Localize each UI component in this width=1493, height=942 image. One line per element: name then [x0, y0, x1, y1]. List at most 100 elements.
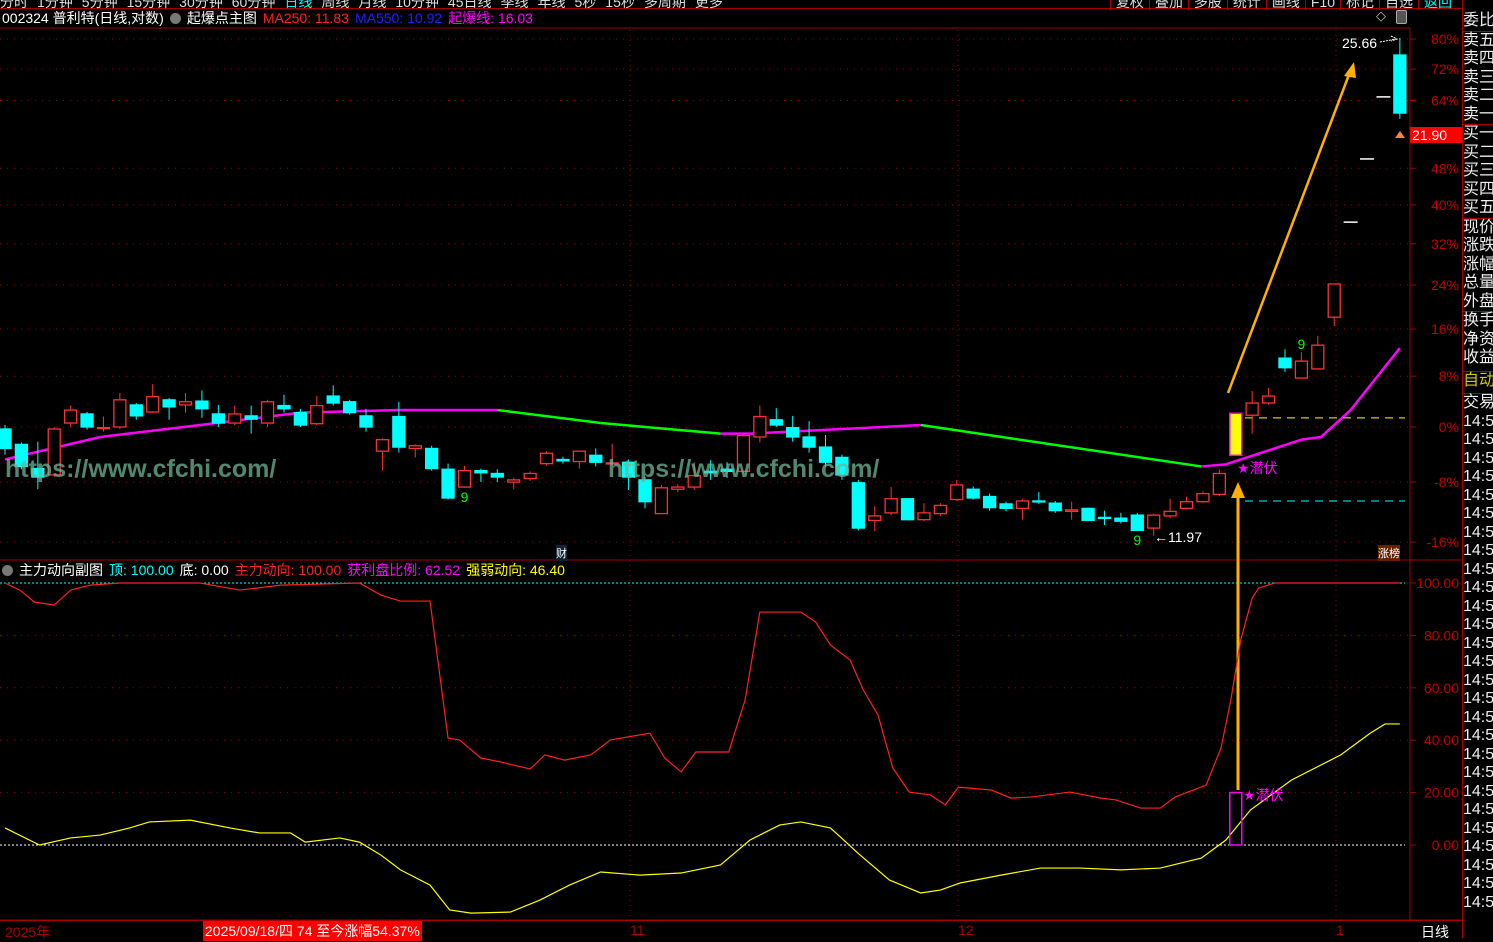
quote-field-label: 涨幅: [1463, 255, 1493, 273]
candle-down: [441, 468, 455, 499]
trade-time-row: 14:5: [1463, 745, 1493, 763]
candle-down: [802, 436, 816, 448]
qbx-line-segment: [1201, 463, 1227, 468]
candle-up: [933, 504, 948, 515]
quote-field-label: 卖三: [1463, 68, 1493, 86]
trade-time-row: 14:5: [1463, 690, 1493, 707]
candle-up: [1196, 492, 1210, 503]
candle-down: [556, 458, 570, 462]
candle-up: [1294, 360, 1309, 379]
main-y-tick-label: 72%: [1431, 61, 1459, 77]
month-label-12: 12: [958, 922, 974, 938]
trade-time-row: 14:5: [1463, 412, 1493, 430]
candle-up: [539, 452, 554, 465]
candle-up: [1212, 472, 1226, 495]
period-label[interactable]: 日线: [1421, 922, 1449, 942]
candle-up: [113, 399, 127, 428]
trade-time-row: 14:5: [1463, 431, 1493, 448]
signal-label-sub: ★潜伏: [1243, 787, 1284, 803]
main-y-tick-label: 40%: [1431, 197, 1459, 213]
candle-up: [917, 512, 931, 521]
nine-count-mark: 9: [1133, 532, 1141, 548]
nine-count-mark: 9: [461, 489, 469, 505]
trade-time-row: 14:5: [1463, 727, 1493, 744]
series-line-zldx: [4, 582, 1400, 809]
quote-field-label: 自动: [1463, 370, 1493, 389]
quote-field-label: 委比: [1463, 12, 1493, 29]
cursor-date-label: 2025/09/18/四 74 至今涨幅54.37%: [203, 921, 422, 941]
trade-time-row: 14:5: [1463, 819, 1493, 837]
candle-down: [195, 400, 209, 410]
main-y-tick-label: -8%: [1434, 474, 1459, 490]
month-label-1: 1: [1336, 922, 1344, 938]
candle-up: [572, 450, 586, 463]
main-y-tick-label: 24%: [1431, 277, 1459, 293]
trade-time-row: 14:5: [1463, 449, 1493, 467]
candle-up: [1245, 402, 1259, 416]
finance-marker[interactable]: 财: [556, 545, 567, 561]
signal-bar: [1229, 791, 1243, 846]
candle-up: [1065, 509, 1079, 513]
year-label: 2025年: [5, 924, 51, 940]
limit-up-list-marker[interactable]: 涨榜: [1378, 545, 1400, 561]
candle-down: [211, 413, 225, 424]
main-y-tick-label: 0%: [1439, 419, 1459, 435]
candle-up: [1179, 501, 1194, 510]
signal-candle: [1229, 412, 1243, 457]
quote-field-label: 买三: [1463, 162, 1493, 179]
candle-up: [884, 498, 898, 514]
trade-time-row: 14:5: [1463, 505, 1493, 522]
candle-up: [1015, 500, 1030, 510]
watermark: https://www.cfchi.com/: [608, 455, 880, 483]
candle-up: [1147, 514, 1161, 529]
quote-field-label: 买五: [1463, 199, 1493, 216]
main-y-tick-label: 80%: [1431, 31, 1459, 47]
trade-time-row: 14:5: [1463, 597, 1493, 615]
candle-down: [786, 427, 800, 438]
quote-panel: 委比 卖五 卖四 卖三 卖二 卖一 买一 买二 买三 买四 买五 现价 涨跌 涨幅 总量 外盘 换手 净资 收益 自动…: [1462, 0, 1493, 938]
quote-field-label: 收益: [1463, 349, 1493, 366]
quote-field-label: 换手: [1463, 311, 1493, 329]
candle-up: [654, 487, 669, 515]
candle-down: [966, 488, 980, 499]
candle-down: [1081, 507, 1095, 522]
quote-field-label: 买四: [1463, 180, 1493, 198]
trade-time-row: 14:5: [1463, 560, 1493, 578]
candle-up: [63, 409, 78, 424]
low-price-label: ←11.97: [1154, 529, 1202, 545]
candle-down: [589, 454, 603, 463]
trade-time-row: 14:5: [1463, 486, 1493, 504]
quote-field-label: 外盘: [1463, 292, 1493, 310]
trade-time-row: 14:5: [1463, 616, 1493, 633]
candle-down: [129, 404, 143, 417]
sub-y-tick-label: 20.00: [1424, 785, 1459, 801]
rise-arrow-head-icon: [1344, 62, 1356, 78]
candle-up: [868, 515, 882, 522]
candle-down: [392, 415, 406, 448]
candle-up: [950, 484, 964, 501]
trade-time-row: 14:5: [1463, 838, 1493, 855]
trade-time-row: 14:5: [1463, 856, 1493, 874]
main-y-tick-label: 48%: [1431, 160, 1459, 176]
qbx-line-segment: [497, 408, 601, 425]
candle-down: [326, 395, 340, 404]
candle-up: [96, 427, 111, 430]
candle-up: [1261, 395, 1276, 404]
quote-field-label: 总量: [1463, 274, 1493, 291]
trade-time-row: 14:5: [1463, 708, 1493, 726]
quote-field-label: 涨跌: [1463, 237, 1493, 254]
candle-down: [293, 411, 308, 426]
main-y-tick-label: -16%: [1426, 534, 1459, 550]
candle-down: [769, 419, 783, 426]
candle-down: [162, 399, 176, 408]
candle-up: [310, 404, 324, 425]
sub-y-tick-label: 0.00: [1432, 837, 1459, 853]
quote-field-label: 买一: [1463, 124, 1493, 142]
candle-down: [1393, 54, 1407, 114]
signal-arrow-head-icon: [1231, 482, 1245, 498]
current-price-triangle-icon: [1395, 131, 1405, 138]
candle-up: [753, 415, 767, 438]
trade-time-row: 14:5: [1463, 634, 1493, 652]
candle-down: [277, 404, 291, 410]
candle-down: [244, 415, 258, 420]
